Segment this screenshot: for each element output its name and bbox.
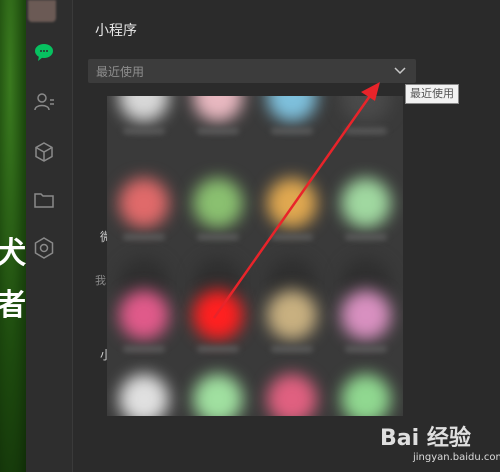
grid-row [107, 284, 403, 364]
app-label [197, 128, 239, 134]
background-glyph: 者 [0, 288, 26, 323]
app-icon [267, 290, 317, 340]
mini-program-item[interactable] [181, 172, 255, 252]
app-label [345, 128, 387, 134]
mini-program-item[interactable] [107, 368, 181, 416]
mini-program-item[interactable] [181, 284, 255, 364]
app-icon [341, 374, 391, 416]
dropdown-value: 最近使用 [96, 65, 145, 79]
app-icon [119, 96, 169, 122]
mini-program-item[interactable] [181, 96, 255, 146]
app-icon [193, 96, 243, 122]
app-icon [193, 178, 243, 228]
settings-gear-icon[interactable] [32, 236, 56, 260]
app-label [197, 234, 239, 240]
tooltip: 最近使用 [405, 84, 459, 104]
app-icon [267, 374, 317, 416]
app-icon [267, 178, 317, 228]
watermark-url: jingyan.baidu.com [413, 452, 500, 463]
recent-dropdown[interactable]: 最近使用 [88, 59, 416, 83]
app-label [345, 346, 387, 352]
mini-program-item[interactable] [107, 172, 181, 252]
grid-row [107, 96, 403, 146]
watermark-logo: Bai 经验 [380, 420, 471, 452]
background-glyph: 犬 [0, 236, 26, 271]
avatar[interactable] [28, 0, 56, 22]
mini-program-item[interactable] [329, 368, 403, 416]
mini-program-item[interactable] [329, 172, 403, 252]
app-label [271, 234, 313, 240]
sidebar [26, 0, 72, 472]
watermark-brand: Bai 经验 [380, 426, 471, 451]
mini-program-item[interactable] [255, 284, 329, 364]
app-icon [341, 96, 391, 122]
contacts-icon[interactable] [32, 90, 56, 114]
app-label [271, 346, 313, 352]
page-title: 小程序 [95, 23, 137, 39]
app-icon [267, 96, 317, 122]
mini-program-item[interactable] [181, 368, 255, 416]
mini-program-item[interactable] [255, 96, 329, 146]
grid-row [107, 368, 403, 416]
window-background [430, 0, 500, 472]
app-icon [341, 290, 391, 340]
app-icon [193, 290, 243, 340]
section-label: 我 [95, 274, 106, 287]
chevron-down-icon[interactable] [394, 66, 406, 76]
grid-row [107, 172, 403, 252]
app-label [123, 128, 165, 134]
app-label [123, 346, 165, 352]
mini-program-item[interactable] [107, 284, 181, 364]
cube-icon[interactable] [32, 140, 56, 164]
app-icon [119, 290, 169, 340]
app-icon [193, 374, 243, 416]
app-icon [341, 178, 391, 228]
mini-program-item[interactable] [107, 96, 181, 146]
chat-icon[interactable] [32, 40, 56, 64]
app-label [271, 128, 313, 134]
app-label [345, 234, 387, 240]
app-icon [119, 178, 169, 228]
mini-program-item[interactable] [255, 368, 329, 416]
app-icon [119, 374, 169, 416]
mini-program-grid [107, 96, 403, 416]
app-label [123, 234, 165, 240]
folder-icon[interactable] [32, 188, 56, 212]
mini-program-item[interactable] [329, 284, 403, 364]
mini-program-item[interactable] [329, 96, 403, 146]
app-label [197, 346, 239, 352]
mini-program-item[interactable] [255, 172, 329, 252]
